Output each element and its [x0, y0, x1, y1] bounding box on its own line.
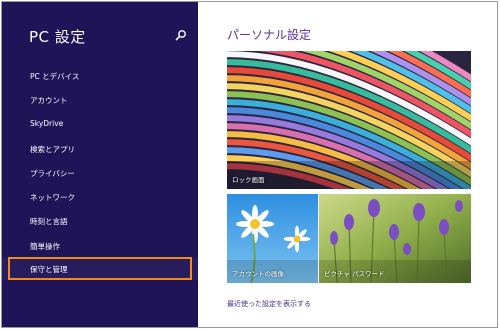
app-title: PC 設定 [29, 28, 86, 46]
lock-screen-label: ロック画面 [232, 176, 265, 184]
page-title: パーソナル設定 [227, 28, 312, 42]
sidebar-item-label: 簡単操作 [30, 242, 60, 251]
sidebar-item-label: アカウント [30, 96, 68, 105]
picture-password-label: ピクチャ パスワード [324, 270, 385, 278]
sidebar-item-ease-of-access[interactable]: 簡単操作 [2, 235, 198, 257]
lock-screen-image [227, 51, 471, 189]
picture-password-tile[interactable]: ピクチャ パスワード [319, 194, 471, 283]
sidebar-item-account[interactable]: アカウント [2, 89, 198, 111]
sidebar-item-time-language[interactable]: 時刻と言語 [2, 210, 198, 232]
sidebar-item-label: 検索とアプリ [30, 145, 75, 154]
main-panel: パーソナル設定 ロック画面 アカウントの画像 ピクチャ パスワード 最近使った設… [198, 2, 497, 327]
pc-settings-window: PC 設定 PC とデバイス アカウント SkyDrive 検索とアプリ プライ… [1, 1, 498, 328]
sidebar-item-skydrive[interactable]: SkyDrive [2, 113, 198, 135]
sidebar-item-privacy[interactable]: プライバシー [2, 162, 198, 184]
recent-settings-link[interactable]: 最近使った設定を表示する [227, 299, 311, 309]
daisy-flower [236, 205, 274, 243]
sidebar-item-label: プライバシー [30, 169, 75, 178]
sidebar-item-search-apps[interactable]: 検索とアプリ [2, 138, 198, 160]
sidebar: PC 設定 PC とデバイス アカウント SkyDrive 検索とアプリ プライ… [2, 2, 198, 327]
search-icon[interactable] [175, 29, 187, 41]
sidebar-item-pc-devices[interactable]: PC とデバイス [2, 65, 198, 87]
sidebar-item-update-recovery[interactable]: 保守と管理 [2, 258, 198, 280]
account-picture-tile[interactable]: アカウントの画像 [227, 194, 318, 283]
sidebar-item-label: PC とデバイス [30, 72, 80, 81]
sidebar-item-label: SkyDrive [30, 119, 64, 128]
sidebar-item-network[interactable]: ネットワーク [2, 186, 198, 208]
sidebar-item-label: 時刻と言語 [30, 217, 68, 226]
account-picture-label: アカウントの画像 [232, 270, 284, 278]
lock-screen-tile[interactable]: ロック画面 [227, 51, 471, 189]
sidebar-item-label: ネットワーク [30, 193, 75, 202]
sidebar-item-label: 保守と管理 [30, 265, 68, 274]
